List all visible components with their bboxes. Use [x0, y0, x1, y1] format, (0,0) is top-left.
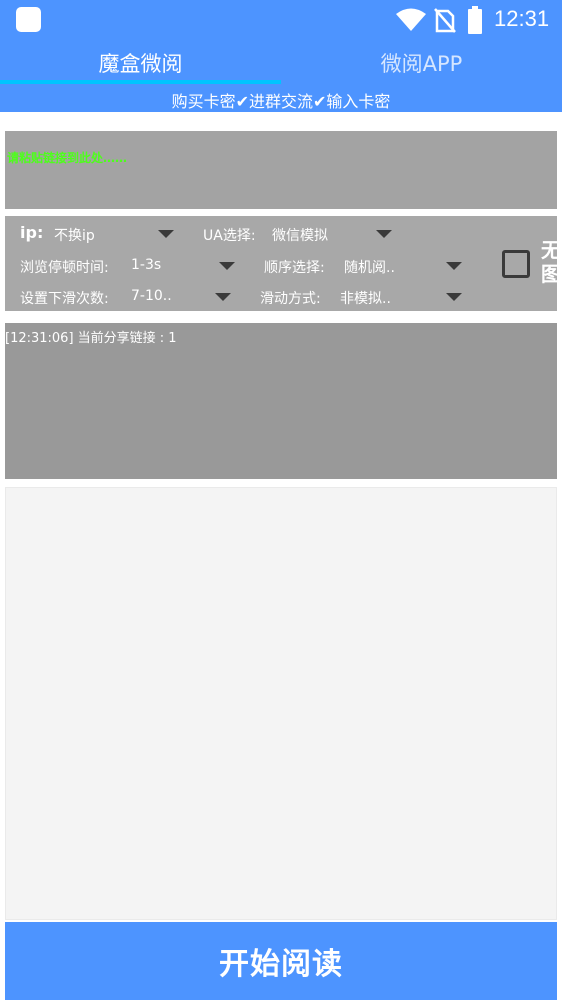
app-icon: [16, 7, 41, 32]
ip-select-value[interactable]: 不换ip: [54, 225, 95, 245]
log-line: [12:31:06] 当前分享链接 : 1: [5, 331, 177, 346]
log-panel: [12:31:06] 当前分享链接 : 1: [5, 323, 557, 479]
app-header: 12:31 魔盒微阅 微阅APP 购买卡密✔进群交流✔输入卡密: [0, 0, 562, 112]
no-image-label: 无图: [541, 238, 557, 286]
order-label: 顺序选择:: [264, 260, 325, 276]
status-time: 12:31: [494, 6, 550, 31]
battery-icon: [468, 6, 482, 34]
tab-weiyue-app[interactable]: 微阅APP: [281, 40, 562, 86]
no-sim-icon: [434, 8, 456, 33]
webview-area[interactable]: [5, 487, 557, 920]
browse-pause-dropdown-icon[interactable]: [219, 262, 235, 270]
browse-pause-label: 浏览停顿时间:: [20, 260, 109, 276]
purchase-info-line[interactable]: 购买卡密✔进群交流✔输入卡密: [0, 87, 562, 112]
start-reading-button[interactable]: 开始阅读: [5, 922, 557, 1000]
ua-label: UA选择:: [203, 228, 256, 244]
scroll-mode-dropdown-icon[interactable]: [446, 293, 462, 301]
scroll-count-dropdown-icon[interactable]: [215, 293, 231, 301]
order-dropdown-icon[interactable]: [446, 262, 462, 270]
ua-select-value[interactable]: 微信模拟: [272, 225, 328, 245]
link-input-panel[interactable]: 请粘贴链接到此处……: [5, 131, 557, 209]
browse-pause-select-value[interactable]: 1-3s: [131, 257, 161, 273]
wifi-icon: [396, 8, 426, 31]
order-select-value[interactable]: 随机阅..: [344, 257, 395, 277]
ip-dropdown-icon[interactable]: [158, 230, 174, 238]
ua-dropdown-icon[interactable]: [376, 230, 392, 238]
status-bar: 12:31: [0, 0, 562, 40]
scroll-count-select-value[interactable]: 7-10..: [131, 288, 172, 304]
scroll-mode-label: 滑动方式:: [260, 291, 321, 307]
link-input-placeholder: 请粘贴链接到此处……: [7, 151, 128, 165]
ip-label: ip:: [20, 223, 44, 242]
settings-panel: ip: 不换ip UA选择: 微信模拟 浏览停顿时间: 1-3s 顺序选择: 随…: [5, 216, 557, 311]
no-image-checkbox[interactable]: [502, 250, 530, 278]
scroll-count-label: 设置下滑次数:: [20, 291, 109, 307]
scroll-mode-select-value[interactable]: 非模拟..: [340, 288, 391, 308]
tab-indicator: [0, 80, 281, 84]
